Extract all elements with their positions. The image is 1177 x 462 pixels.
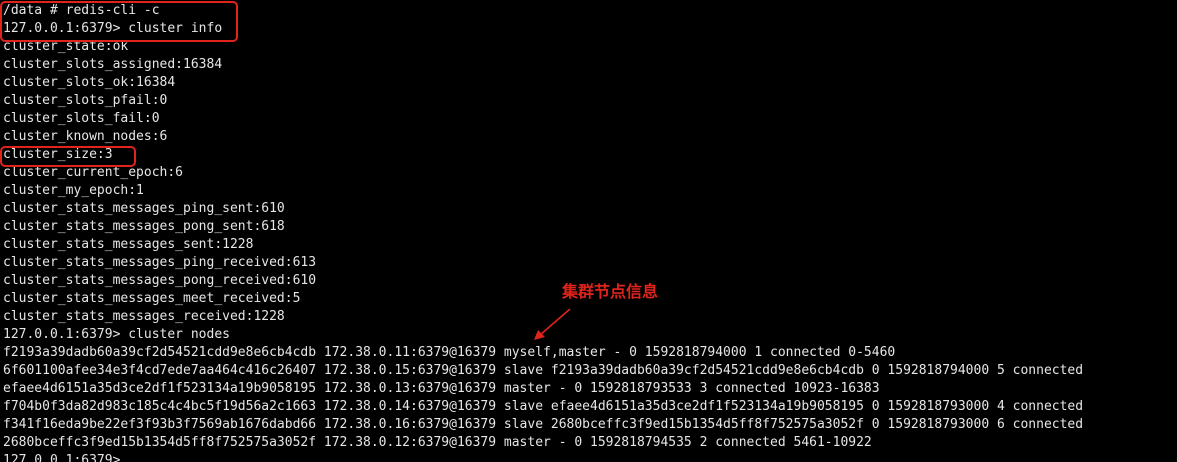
- highlight-box-commands: [0, 1, 238, 42]
- terminal-line-node: 6f601100afee34e3f4cd7ede7aa464c416c26407…: [3, 363, 1084, 378]
- terminal-line-node: f341f16eda9be22ef3f93b3f7569ab1676dabd66…: [3, 417, 1084, 432]
- terminal-output: /data # redis-cli -c 127.0.0.1:6379> clu…: [3, 2, 1083, 462]
- terminal-line-node: f704b0f3da82d983c185c4c4bc5f19d56a2c1663…: [3, 399, 1084, 414]
- terminal-window[interactable]: /data # redis-cli -c 127.0.0.1:6379> clu…: [0, 0, 1177, 462]
- terminal-line: cluster_slots_ok:16384: [3, 75, 176, 90]
- terminal-line: cluster_slots_assigned:16384: [3, 57, 223, 72]
- terminal-line-node: f2193a39dadb60a39cf2d54521cdd9e8e6cb4cdb…: [3, 345, 896, 360]
- annotation-arrow-icon: [534, 308, 571, 340]
- terminal-line: cluster_stats_messages_ping_sent:610: [3, 201, 285, 216]
- terminal-prompt[interactable]: 127.0.0.1:6379>: [3, 452, 1083, 462]
- terminal-line: cluster_stats_messages_pong_sent:618: [3, 219, 285, 234]
- terminal-line-node: efaee4d6151a35d3ce2df1f523134a19b9058195…: [3, 381, 880, 396]
- terminal-line: cluster_known_nodes:6: [3, 129, 168, 144]
- terminal-line: cluster_slots_fail:0: [3, 111, 160, 126]
- terminal-line-node: 2680bceffc3f9ed15b1354d5ff8f752575a3052f…: [3, 435, 872, 450]
- annotation-label: 集群节点信息: [562, 282, 659, 301]
- terminal-line: cluster_current_epoch:6: [3, 165, 184, 180]
- terminal-line: cluster_stats_messages_ping_received:613: [3, 255, 317, 270]
- terminal-line-cluster-size: cluster_size:3: [3, 147, 113, 162]
- terminal-line: cluster_stats_messages_sent:1228: [3, 237, 254, 252]
- terminal-line: cluster_slots_pfail:0: [3, 93, 168, 108]
- highlight-box-cluster-size: [0, 146, 136, 167]
- terminal-line: cluster_my_epoch:1: [3, 183, 144, 198]
- terminal-line: cluster_stats_messages_pong_received:610: [3, 273, 317, 288]
